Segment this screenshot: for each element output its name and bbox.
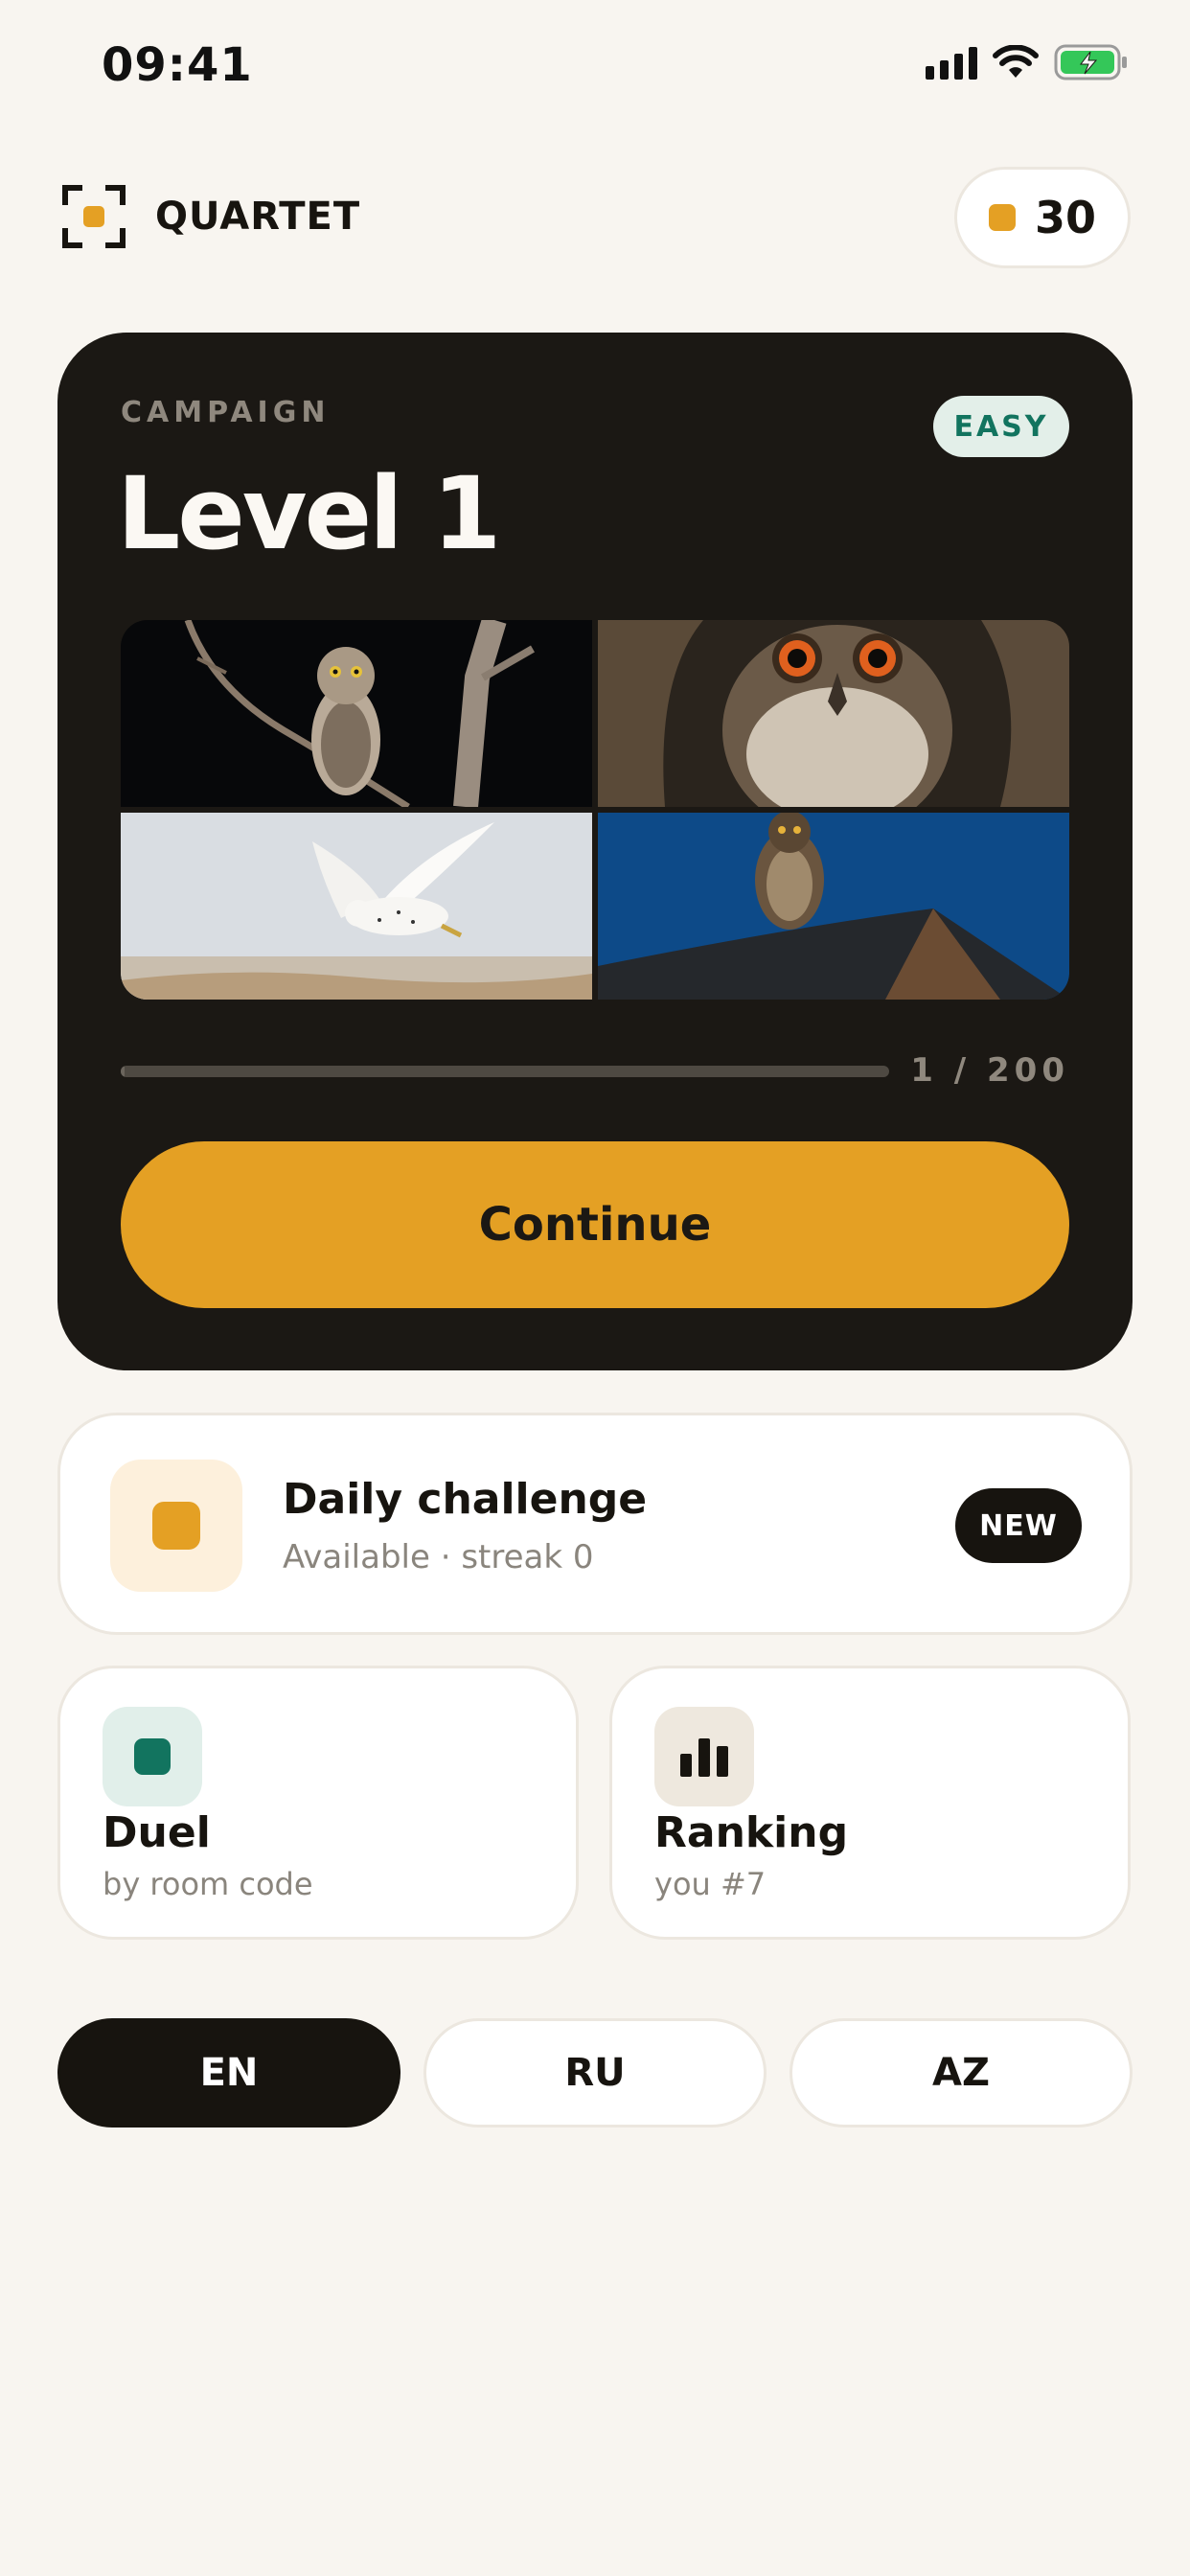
daily-challenge-title: Daily challenge: [283, 1475, 648, 1524]
owl-branch-photo: [121, 620, 592, 807]
status-icons: [926, 44, 1129, 80]
daily-icon-box: [110, 1460, 242, 1592]
duel-card[interactable]: Duel by room code: [57, 1666, 579, 1940]
campaign-progress-bar: [121, 1066, 889, 1077]
battery-charging-icon: [1054, 44, 1129, 80]
campaign-progress-label: 1 / 200: [910, 1051, 1069, 1090]
wifi-icon: [993, 45, 1039, 80]
status-time: 09:41: [102, 38, 253, 92]
ranking-card[interactable]: Ranking you #7: [609, 1666, 1131, 1940]
ranking-icon-box: [654, 1707, 754, 1806]
language-ru-button[interactable]: RU: [423, 2018, 767, 2128]
campaign-eyebrow: CAMPAIGN: [121, 396, 331, 429]
difficulty-badge: EASY: [933, 396, 1069, 457]
ranking-subtitle: you #7: [654, 1866, 767, 1902]
level-title: Level 1: [117, 455, 501, 572]
app-name: QUARTET: [155, 195, 361, 239]
home-screen: 09:41 QUARTET 30 CAMPAIGN EASY Level 1 1…: [0, 0, 1190, 2576]
bar-chart-icon: [680, 1736, 728, 1777]
daily-challenge-subtitle: Available · streak 0: [283, 1538, 594, 1576]
brand: QUARTET: [61, 184, 360, 249]
coin-count: 30: [1034, 192, 1096, 243]
coin-balance-pill[interactable]: 30: [954, 167, 1131, 268]
duel-subtitle: by room code: [103, 1866, 313, 1902]
language-az-button[interactable]: AZ: [790, 2018, 1133, 2128]
status-bar: 09:41: [0, 0, 1190, 134]
new-badge: NEW: [955, 1488, 1082, 1563]
daily-challenge-card[interactable]: Daily challenge Available · streak 0 NEW: [57, 1413, 1133, 1635]
continue-button[interactable]: Continue: [121, 1141, 1069, 1308]
ranking-title: Ranking: [654, 1808, 849, 1857]
coin-icon: [988, 204, 1016, 231]
signal-icon: [926, 45, 977, 80]
duel-title: Duel: [103, 1808, 211, 1857]
app-header: QUARTET 30: [61, 167, 1131, 270]
daily-challenge-icon: [152, 1502, 200, 1550]
owl-roof-photo: [598, 813, 1069, 1000]
viewfinder-icon: [61, 184, 126, 249]
duel-icon-box: [103, 1707, 202, 1806]
campaign-progress-fill: [121, 1066, 125, 1077]
language-en-button[interactable]: EN: [57, 2018, 400, 2128]
owl-face-photo: [598, 620, 1069, 807]
campaign-card[interactable]: CAMPAIGN EASY Level 1 1 / 200 Continue: [57, 333, 1133, 1370]
duel-icon: [134, 1738, 171, 1775]
photo-grid: [121, 620, 1069, 1000]
snowy-owl-photo: [121, 813, 592, 1000]
language-switcher: EN RU AZ: [57, 2018, 1133, 2128]
